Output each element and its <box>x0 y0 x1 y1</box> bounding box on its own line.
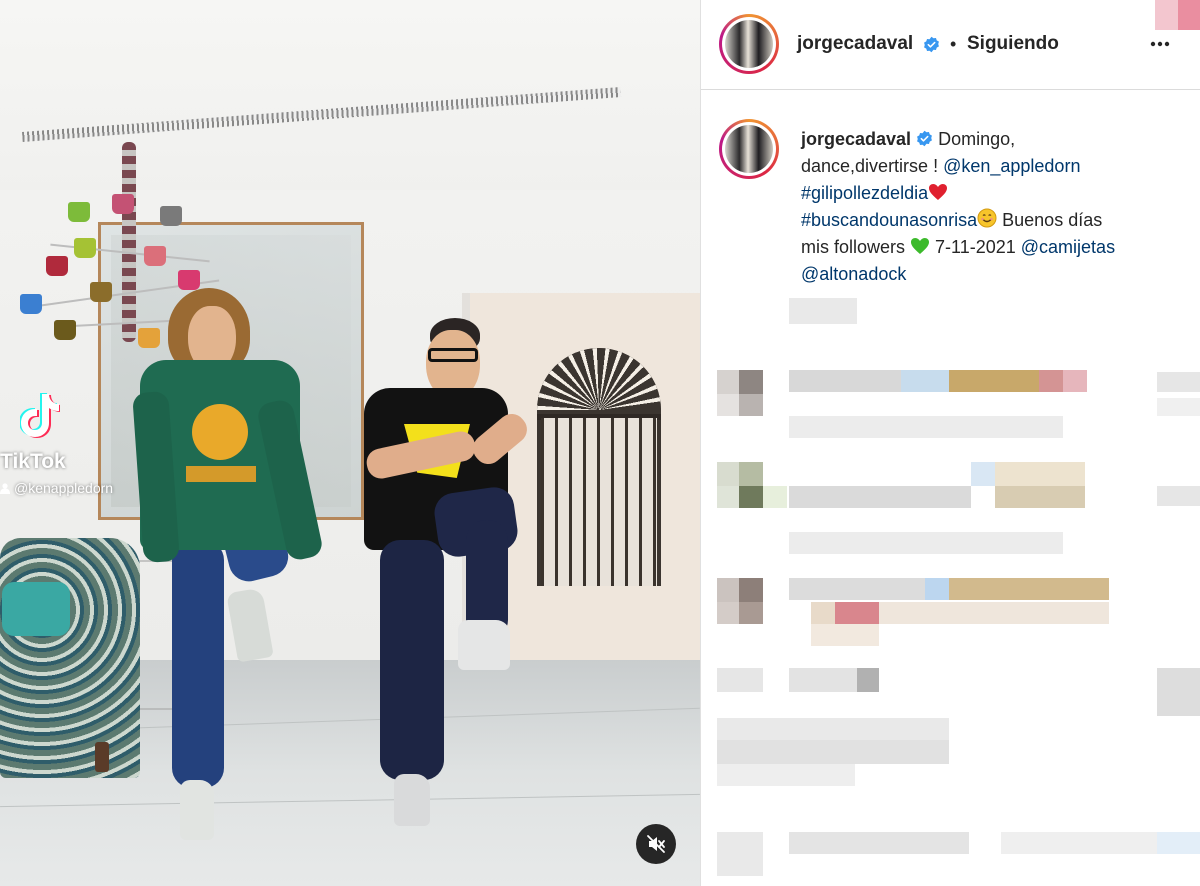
caption-text: mis followers <box>801 237 911 257</box>
green-heart-icon <box>911 238 930 254</box>
tiktok-logo-icon <box>20 393 60 438</box>
avatar[interactable] <box>719 14 779 74</box>
cushion <box>2 582 70 636</box>
mention-link[interactable]: @camijetas <box>1021 237 1115 257</box>
caption-username[interactable]: jorgecadaval <box>801 129 911 149</box>
smiling-face-icon <box>977 208 997 228</box>
caption-text: dance,divertirse ! <box>801 156 944 176</box>
pixelated-region <box>1155 0 1200 30</box>
hashtag-link[interactable]: #gilipollezdeldia <box>801 183 928 203</box>
verified-badge-icon <box>924 36 939 53</box>
mention-link[interactable]: @altonadock <box>801 264 906 284</box>
separator-dot: • <box>950 34 957 54</box>
post-header: jorgecadaval • Siguiendo <box>701 0 1200 90</box>
caption-avatar[interactable] <box>719 119 779 179</box>
caption-text: Domingo, <box>938 129 1016 149</box>
ellipsis-icon[interactable] <box>1145 34 1175 54</box>
speaker-muted-icon <box>647 835 665 853</box>
video-player[interactable]: TikTok @kenappledorn <box>0 0 700 886</box>
post-caption: jorgecadaval Domingo, dance,divertirse !… <box>801 126 1181 288</box>
verified-badge-icon <box>917 130 933 147</box>
hashtag-link[interactable]: #buscandounasonrisa <box>801 210 977 230</box>
armchair-leg <box>95 742 109 772</box>
caption-date: 7-11-2021 <box>930 237 1021 257</box>
caption-text: Buenos días <box>997 210 1103 230</box>
user-icon <box>0 483 10 494</box>
arched-gate <box>537 348 661 586</box>
armchair <box>0 538 140 778</box>
post-panel: jorgecadaval • Siguiendo jorgecadaval Do… <box>700 0 1200 886</box>
red-heart-icon <box>929 184 948 200</box>
mute-button[interactable] <box>636 824 676 864</box>
tiktok-handle: @kenappledorn <box>0 480 113 496</box>
following-button[interactable]: Siguiendo <box>967 33 1059 55</box>
tiktok-handle-text: @kenappledorn <box>14 480 114 496</box>
tiktok-watermark: TikTok <box>0 450 66 473</box>
header-username[interactable]: jorgecadaval <box>797 33 913 55</box>
mention-link[interactable]: @ken_appledorn <box>943 156 1080 176</box>
